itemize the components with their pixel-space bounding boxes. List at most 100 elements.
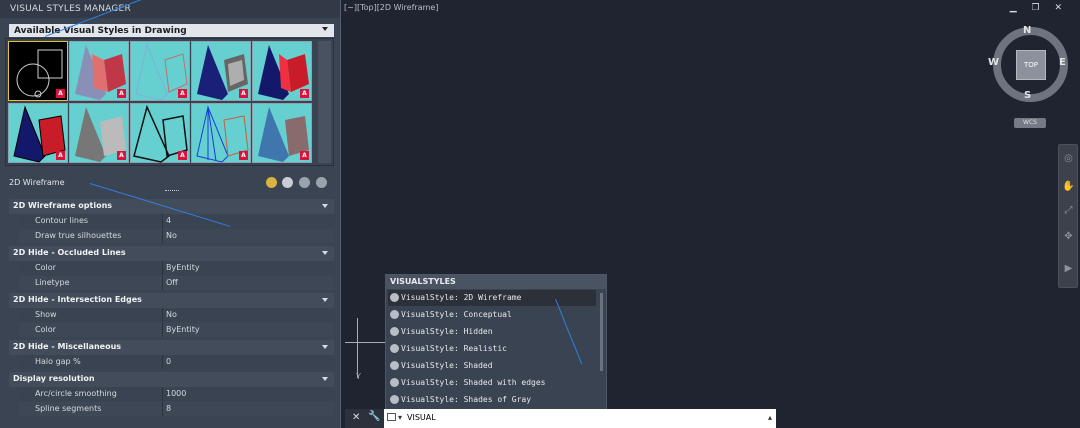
compass-west[interactable]: W <box>988 57 999 68</box>
property-value[interactable]: Off <box>166 278 178 287</box>
column-divider <box>162 276 163 290</box>
command-input[interactable]: ▾ VISUAL ▴ <box>384 409 776 428</box>
property-row[interactable]: Color ByEntity <box>19 261 334 275</box>
style-swatch-wireframe[interactable]: A <box>191 103 251 163</box>
autodesk-badge: A <box>300 89 309 98</box>
apply-to-viewport-icon[interactable] <box>282 177 293 188</box>
property-value[interactable]: 8 <box>166 404 171 413</box>
style-swatch-shades-of-gray[interactable]: A <box>69 103 129 163</box>
command-input-value: VISUAL <box>407 413 436 422</box>
visual-styles-gallery: A A A A A A A A A A <box>5 38 334 166</box>
viewcube-top-face[interactable]: TOP <box>1016 50 1046 80</box>
autocomplete-item[interactable]: VisualStyle: Shaded with edges <box>388 375 596 391</box>
chevron-down-icon[interactable] <box>322 377 328 381</box>
property-group-header[interactable]: Display resolution <box>9 372 334 387</box>
property-group-title: 2D Wireframe options <box>13 201 113 210</box>
style-swatch-hidden[interactable]: A <box>130 41 190 101</box>
property-group-header[interactable]: 2D Hide - Intersection Edges <box>9 293 334 308</box>
autocomplete-item[interactable]: VisualStyle: Shades of Gray <box>388 392 596 408</box>
visual-style-icon <box>390 395 399 404</box>
delete-visual-style-icon[interactable] <box>316 177 327 188</box>
autocomplete-item[interactable]: VisualStyle: Shaded <box>388 358 596 374</box>
autocomplete-item[interactable]: VisualStyle: Hidden <box>388 324 596 340</box>
style-swatch-x-ray[interactable]: A <box>252 103 312 163</box>
orbit-icon[interactable]: ✥ <box>1062 231 1075 244</box>
autocomplete-title: VISUALSTYLES <box>390 277 456 286</box>
showmotion-icon[interactable]: ▶ <box>1062 263 1075 276</box>
autocomplete-item-label: VisualStyle: Hidden <box>401 327 493 336</box>
close-icon[interactable]: ✕ <box>352 412 360 423</box>
ucs-y-label: Y <box>356 372 361 381</box>
wcs-menu[interactable]: WCS <box>1014 118 1046 128</box>
visual-style-icon <box>390 310 399 319</box>
property-row[interactable]: Arc/circle smoothing 1000 <box>19 387 334 401</box>
property-value[interactable]: 4 <box>166 216 171 225</box>
steering-wheel-icon[interactable]: ◎ <box>1062 153 1075 166</box>
compass-south[interactable]: S <box>1024 90 1031 101</box>
property-row[interactable]: Linetype Off <box>19 276 334 290</box>
property-label: Linetype <box>35 278 70 287</box>
autocomplete-scrollbar[interactable] <box>600 293 603 371</box>
property-row[interactable]: Spline segments 8 <box>19 402 334 416</box>
compass-north[interactable]: N <box>1023 25 1031 36</box>
window-controls[interactable]: ▁ ❐ ✕ <box>1010 3 1068 13</box>
property-row[interactable]: Color ByEntity <box>19 323 334 337</box>
viewport-controls-label[interactable]: [−][Top][2D Wireframe] <box>344 3 438 12</box>
splitter-grip[interactable] <box>165 190 179 193</box>
property-group-title: 2D Hide - Intersection Edges <box>13 295 142 304</box>
visual-style-icon <box>390 378 399 387</box>
chevron-up-icon[interactable]: ▴ <box>768 413 772 422</box>
column-divider <box>162 214 163 228</box>
autocomplete-item-label: VisualStyle: Conceptual <box>401 310 512 319</box>
style-swatch-realistic[interactable]: A <box>191 41 251 101</box>
export-to-tool-palette-icon[interactable] <box>299 177 310 188</box>
property-label: Draw true silhouettes <box>35 231 122 240</box>
command-prompt-icon <box>387 413 396 421</box>
style-swatch-shaded-with-edges[interactable]: A <box>8 103 68 163</box>
property-group-header[interactable]: 2D Hide - Miscellaneous <box>9 340 334 355</box>
style-swatch-conceptual[interactable]: A <box>69 41 129 101</box>
property-label: Show <box>35 310 57 319</box>
chevron-down-icon[interactable]: ▾ <box>398 413 402 422</box>
property-row[interactable]: Halo gap % 0 <box>19 355 334 369</box>
palette-title[interactable]: VISUAL STYLES MANAGER <box>0 0 340 18</box>
gallery-scrollbar[interactable] <box>318 41 331 163</box>
visual-style-icon <box>390 344 399 353</box>
create-new-visual-style-icon[interactable] <box>266 177 277 188</box>
autodesk-badge: A <box>117 151 126 160</box>
chevron-down-icon[interactable] <box>322 204 328 208</box>
chevron-down-icon[interactable] <box>322 251 328 255</box>
property-row[interactable]: Show No <box>19 308 334 322</box>
property-value[interactable]: ByEntity <box>166 263 200 272</box>
chevron-down-icon[interactable] <box>322 298 328 302</box>
property-label: Spline segments <box>35 404 102 413</box>
chevron-down-icon[interactable] <box>322 345 328 349</box>
autocomplete-item[interactable]: VisualStyle: 2D Wireframe <box>388 290 596 306</box>
column-divider <box>162 402 163 416</box>
wrench-icon[interactable]: 🔧 <box>368 411 380 422</box>
compass-east[interactable]: E <box>1059 57 1066 68</box>
property-row[interactable]: Contour lines 4 <box>19 214 334 228</box>
property-value[interactable]: 1000 <box>166 389 186 398</box>
property-value[interactable]: No <box>166 231 177 240</box>
autocomplete-item[interactable]: VisualStyle: Realistic <box>388 341 596 357</box>
property-value[interactable]: 0 <box>166 357 171 366</box>
chevron-down-icon[interactable] <box>322 27 328 31</box>
property-group-header[interactable]: 2D Hide - Occluded Lines <box>9 246 334 261</box>
autocomplete-item-label: VisualStyle: 2D Wireframe <box>401 293 522 302</box>
zoom-extents-icon[interactable]: ⤢ <box>1062 205 1075 218</box>
visual-style-icon <box>390 361 399 370</box>
style-swatch-sketchy[interactable]: A <box>130 103 190 163</box>
autodesk-badge: A <box>56 89 65 98</box>
property-row[interactable]: Draw true silhouettes No <box>19 229 334 243</box>
autodesk-badge: A <box>178 151 187 160</box>
style-swatch-2d-wireframe[interactable]: A <box>8 41 68 101</box>
selected-style-name: 2D Wireframe <box>9 178 65 187</box>
style-swatch-shaded[interactable]: A <box>252 41 312 101</box>
property-group-title: Display resolution <box>13 374 95 383</box>
available-styles-title: Available Visual Styles in Drawing <box>14 26 187 36</box>
pan-icon[interactable]: ✋ <box>1062 181 1075 194</box>
property-value[interactable]: ByEntity <box>166 325 200 334</box>
property-value[interactable]: No <box>166 310 177 319</box>
property-group-header[interactable]: 2D Wireframe options <box>9 199 334 214</box>
